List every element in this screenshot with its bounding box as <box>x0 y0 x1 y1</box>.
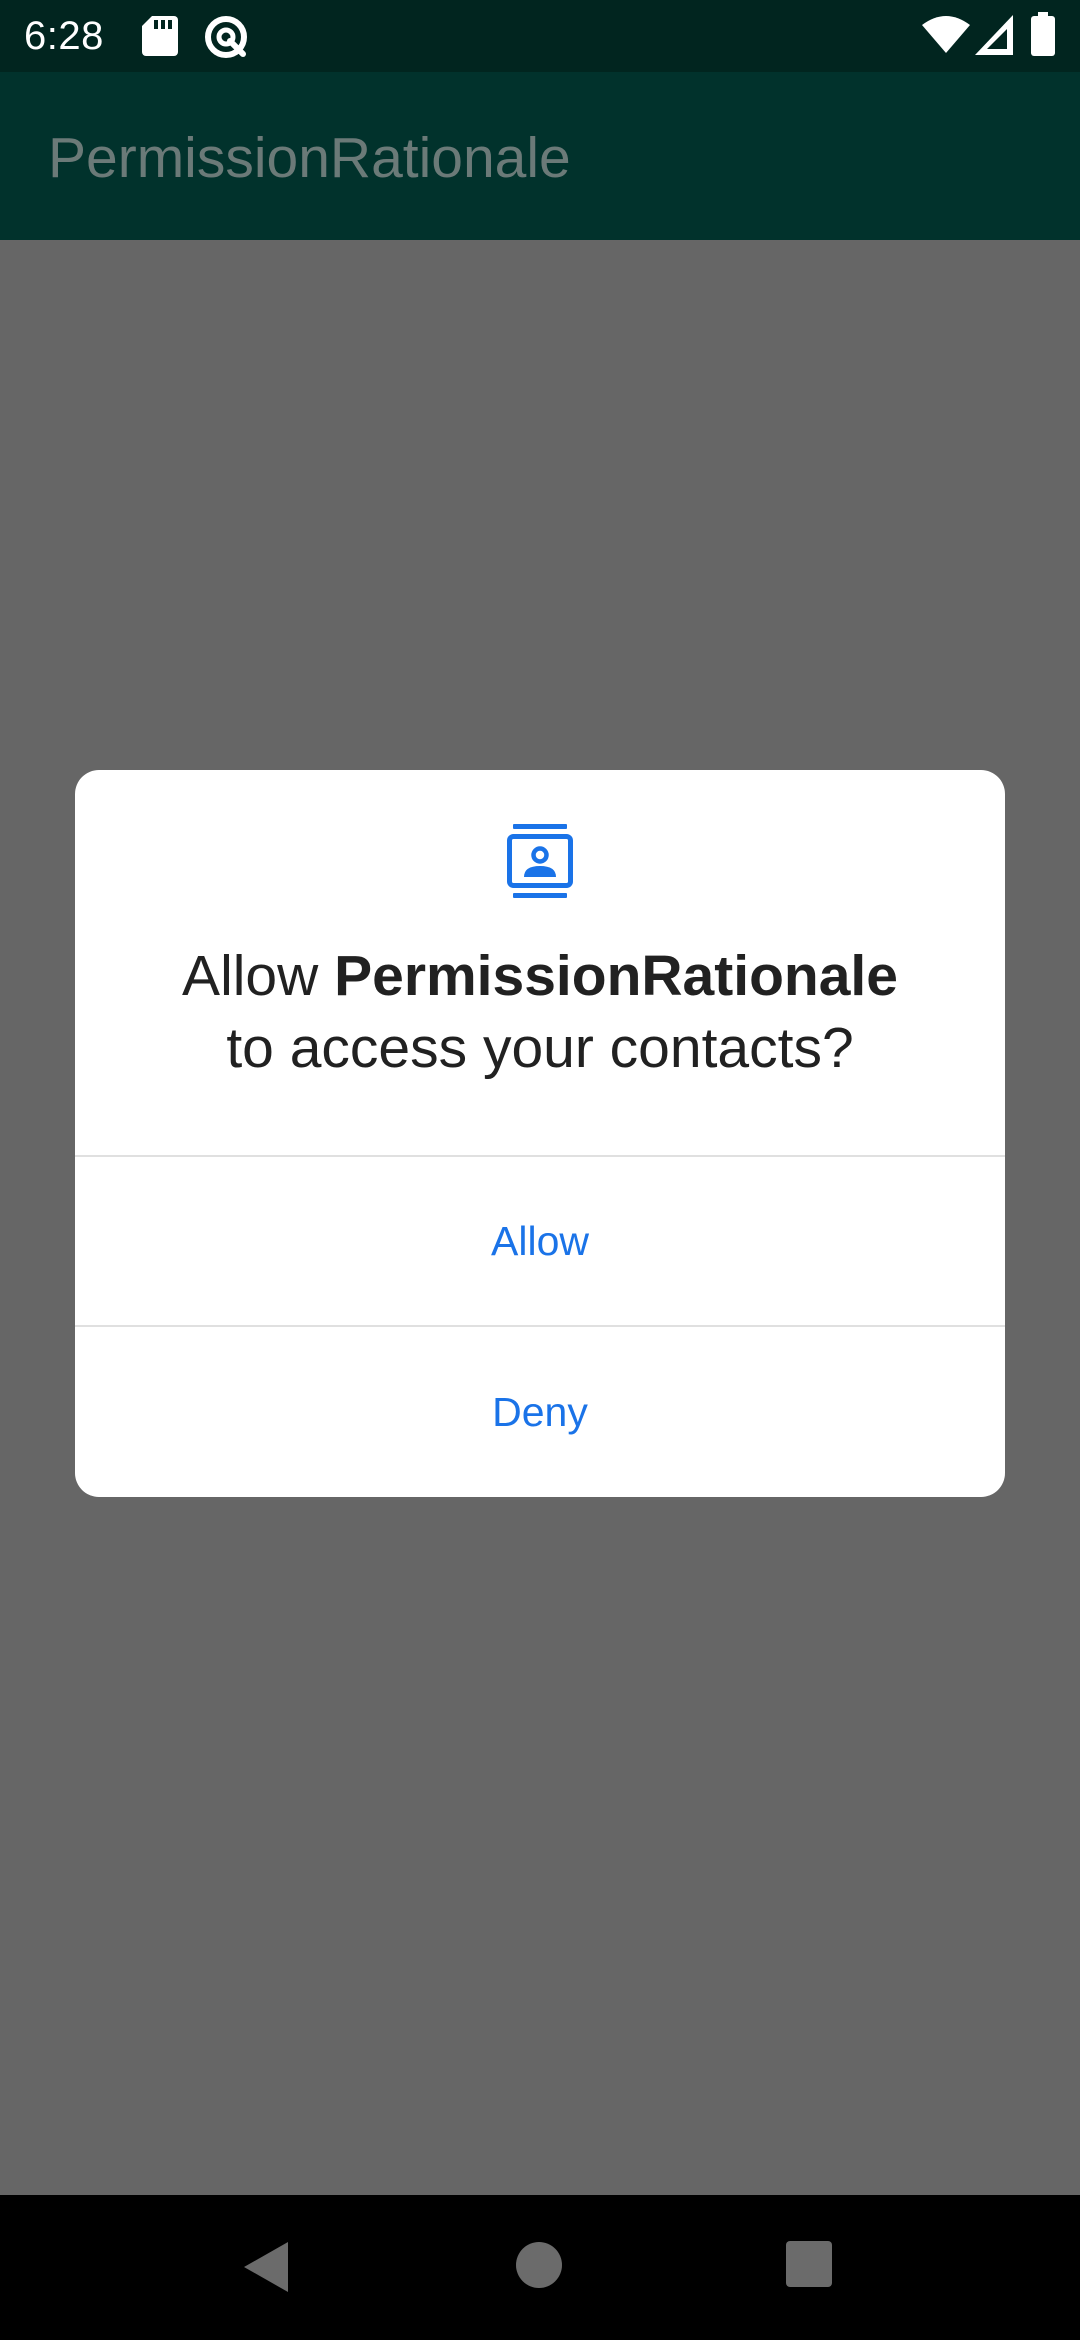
recents-icon[interactable] <box>786 2241 832 2287</box>
dialog-message: Allow PermissionRationale to access your … <box>75 940 1005 1084</box>
dialog-app-name: PermissionRationale <box>334 944 898 1008</box>
deny-button[interactable]: Deny <box>75 1327 1005 1497</box>
contacts-icon <box>507 824 573 898</box>
dialog-message-prefix: Allow <box>182 944 335 1008</box>
at-sign-icon <box>205 16 247 58</box>
navigation-bar <box>0 2195 1080 2340</box>
sd-card-icon <box>142 16 178 56</box>
wifi-icon <box>922 16 970 53</box>
permission-dialog: Allow PermissionRationale to access your … <box>75 770 1005 1497</box>
cellular-signal-icon <box>975 15 1013 55</box>
dialog-message-suffix: to access your contacts? <box>226 1016 854 1080</box>
back-icon[interactable] <box>244 2242 288 2292</box>
home-icon[interactable] <box>516 2242 562 2288</box>
app-title: PermissionRationale <box>48 126 571 190</box>
status-time: 6:28 <box>24 14 104 58</box>
allow-button[interactable]: Allow <box>75 1157 1005 1325</box>
battery-icon <box>1031 12 1055 56</box>
status-bar: 6:28 <box>0 0 1080 72</box>
